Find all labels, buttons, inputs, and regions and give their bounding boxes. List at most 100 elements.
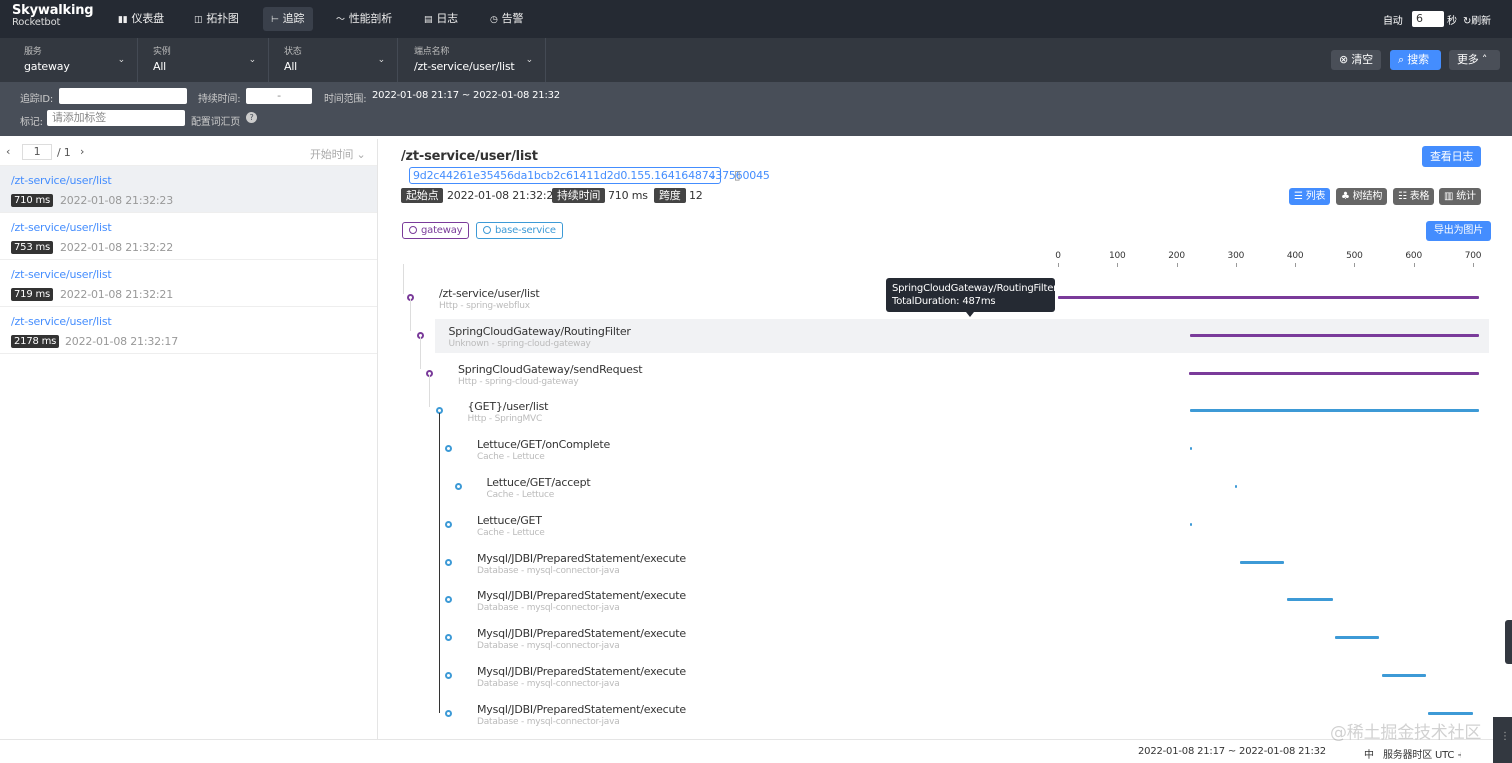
side-drawer-handle[interactable] [1505, 620, 1512, 664]
trace-list-item[interactable]: /zt-service/user/list 719 ms 2022-01-08 … [0, 260, 377, 307]
nav-log[interactable]: ▤ 日志 [416, 7, 466, 31]
nav-profile[interactable]: 〜性能剖析 [328, 7, 400, 31]
view-label: 表格 [1409, 191, 1430, 202]
trace-id-input[interactable] [59, 88, 187, 104]
page-total: / 1 [57, 146, 71, 159]
nav-alarm[interactable]: ◷ 告警 [482, 7, 531, 31]
chevron-down-icon: ⌄ [248, 55, 257, 65]
start-value: 2022-01-08 21:32:23 [447, 189, 561, 202]
axis-tick-mark [1235, 263, 1237, 267]
refresh-button[interactable]: ↻刷新 [1463, 12, 1491, 27]
sort-select[interactable]: 开始时间 ⌄ [310, 146, 366, 162]
span-row[interactable]: Lettuce/GET/onComplete Cache - Lettuce [435, 432, 1489, 466]
chevron-down-icon: ⌄ [117, 55, 126, 65]
span-subtitle: Http - SpringMVC [467, 414, 543, 425]
side-menu-handle[interactable]: ⋮ [1493, 717, 1512, 763]
seconds-label: 秒 [1447, 16, 1457, 27]
footer-timezone: 服务器时区 UTC + 8 [1383, 750, 1461, 761]
trace-list-item[interactable]: /zt-service/user/list 710 ms 2022-01-08 … [0, 166, 377, 213]
trace-id-select[interactable]: 9d2c44261e35456da1bcb2c61411d2d0.155.164… [409, 167, 770, 184]
copy-icon[interactable]: ▯ [734, 168, 741, 182]
span-subtitle: Database - mysql-connector-java [477, 641, 620, 652]
tag-input[interactable]: 请添加标签 [47, 110, 185, 126]
top-navigation: Skywalking Rocketbot ▮▮ 仪表盘 ◫ 拓扑图 ⊢ 追踪 〜性能剖… [0, 0, 1512, 38]
duration-value: 710 ms [608, 189, 648, 202]
span-name: Lettuce/GET [477, 513, 542, 527]
logo-subtitle: Rocketbot [12, 17, 61, 28]
span-row[interactable]: Mysql/JDBI/PreparedStatement/execute Data… [435, 546, 1489, 580]
span-bar[interactable] [1240, 560, 1284, 564]
span-bar[interactable] [1427, 711, 1473, 715]
service-select[interactable]: 服务 gateway ⌄ [12, 38, 138, 82]
span-name: Mysql/JDBI/PreparedStatement/execute [477, 589, 686, 603]
search-label: 搜索 [1407, 53, 1429, 66]
span-row[interactable]: Lettuce/GET/accept Cache - Lettuce [435, 470, 1489, 504]
nav-dashboard[interactable]: ▮▮ 仪表盘 [110, 7, 172, 31]
log-icon: ▤ [424, 15, 433, 25]
service-pill-gateway[interactable]: gateway [402, 222, 470, 239]
language-toggle[interactable]: 中 [1364, 746, 1374, 761]
tree-connector [410, 299, 411, 331]
span-bar[interactable] [1058, 296, 1479, 299]
start-tag: 起始点 [401, 188, 444, 203]
prev-page-icon[interactable]: ‹ [6, 145, 10, 158]
axis-tick-mark [1295, 263, 1297, 267]
export-image-button[interactable]: 导出为图片 [1426, 221, 1491, 241]
axis-tick-mark [1473, 263, 1474, 267]
span-name: SpringCloudGateway/sendRequest [458, 362, 643, 376]
span-bar[interactable] [1189, 447, 1192, 451]
auto-label: 自动 [1383, 16, 1403, 27]
span-bar[interactable] [1189, 522, 1192, 526]
help-icon[interactable]: ? [246, 112, 257, 123]
axis-tick-mark [1058, 263, 1059, 267]
skywalking-logo[interactable]: Skywalking Rocketbot [12, 4, 94, 29]
span-bar[interactable] [1286, 598, 1334, 602]
span-row[interactable]: Lettuce/GET Cache - Lettuce [435, 508, 1489, 542]
span-subtitle: Cache - Lettuce [486, 490, 555, 500]
span-bar[interactable] [1234, 485, 1237, 488]
view-list-button[interactable]: ☰ 列表 [1289, 188, 1331, 205]
trace-list-item[interactable]: /zt-service/user/list 753 ms 2022-01-08 … [0, 213, 377, 260]
trace-detail-panel: /zt-service/user/list 查看日志 9d2c44261e354… [379, 139, 1512, 739]
chevron-up-icon: ˄ [1481, 53, 1488, 66]
config-link[interactable]: 配置词汇页 [191, 113, 240, 128]
span-bar[interactable] [1381, 674, 1426, 677]
span-bar[interactable] [1189, 409, 1479, 413]
table-icon: ☷ [1398, 191, 1407, 202]
footer: 2022-01-08 21:17 ~ 2022-01-08 21:32 中 服务… [0, 739, 1512, 763]
clear-label: 清空 [1351, 53, 1373, 66]
status-select[interactable]: 状态 All ⌄ [272, 38, 398, 82]
next-page-icon[interactable]: › [80, 145, 84, 158]
view-tree-button[interactable]: ♣ 树结构 [1336, 188, 1388, 205]
trace-icon: ⊢ [271, 15, 279, 25]
view-logs-button[interactable]: 查看日志 [1422, 146, 1482, 167]
trace-list-item[interactable]: /zt-service/user/list 2178 ms 2022-01-08… [0, 307, 377, 354]
page-input[interactable]: 1 [22, 144, 52, 160]
more-button[interactable]: 更多 ˄ [1449, 50, 1500, 70]
auto-interval-input[interactable]: 6 [1412, 11, 1444, 27]
status-value: All [284, 60, 298, 73]
span-name: SpringCloudGateway/RoutingFilter [448, 324, 631, 338]
condition-panel: 追踪ID: 持续时间: - 时间范围: 2022-01-08 21:17 ~ 2… [0, 82, 1512, 136]
view-table-button[interactable]: ☷ 表格 [1393, 188, 1435, 205]
span-row[interactable]: Mysql/JDBI/PreparedStatement/execute Data… [435, 659, 1489, 693]
nav-topology[interactable]: ◫ 拓扑图 [186, 7, 247, 31]
span-name: {GET}/user/list [467, 400, 549, 414]
span-bar[interactable] [1189, 371, 1479, 375]
view-stats-button[interactable]: ▥ 统计 [1439, 188, 1481, 205]
instance-label: 实例 [153, 47, 171, 57]
endpoint-select[interactable]: 端点名称 /zt-service/user/list ⌄ [402, 38, 546, 82]
time-range-value[interactable]: 2022-01-08 21:17 ~ 2022-01-08 21:32 [372, 90, 560, 101]
service-pill-base-service[interactable]: base-service [476, 222, 563, 239]
chevron-down-icon: ⌄ [707, 169, 717, 182]
nav-trace[interactable]: ⊢ 追踪 [263, 7, 313, 31]
trace-time: 2022-01-08 21:32:22 [60, 241, 174, 254]
search-icon: ⌕ [1398, 53, 1404, 66]
search-button[interactable]: ⌕ 搜索 [1390, 50, 1441, 70]
instance-select[interactable]: 实例 All ⌄ [141, 38, 269, 82]
span-bar[interactable] [1190, 333, 1479, 337]
clear-button[interactable]: ⊗ 清空 [1331, 50, 1381, 70]
duration-input[interactable]: - [246, 88, 312, 104]
span-row[interactable]: Mysql/JDBI/PreparedStatement/execute Data… [435, 621, 1489, 655]
span-bar[interactable] [1335, 636, 1380, 640]
